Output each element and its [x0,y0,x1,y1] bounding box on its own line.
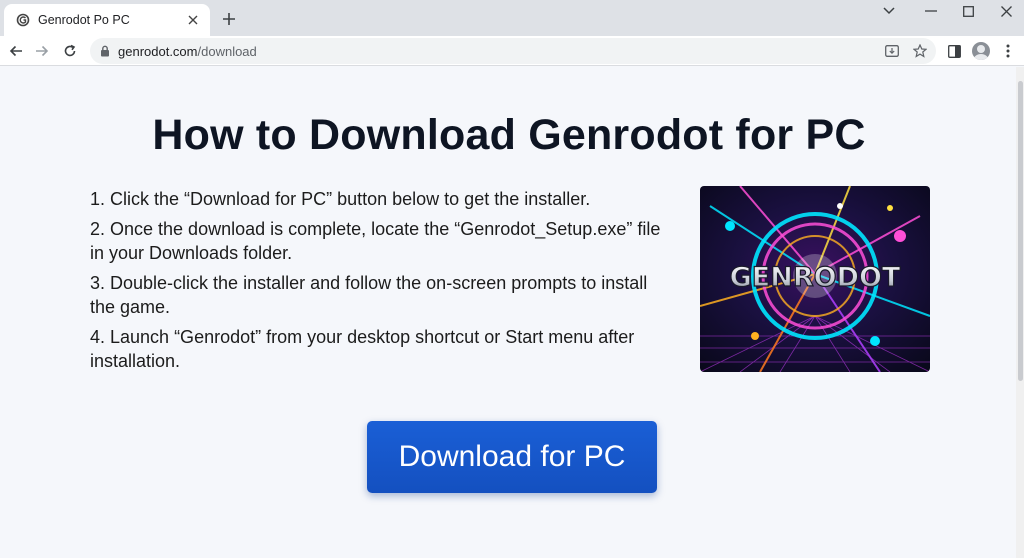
browser-toolbar: genrodot.com/download [0,36,1024,66]
instruction-step-3: 3. Double-click the installer and follow… [90,273,648,317]
download-for-pc-button[interactable]: Download for PC [367,421,657,493]
url-host: genrodot.com [118,43,198,59]
avatar [972,42,990,60]
instruction-list: 1. Click the “Download for PC” button be… [90,187,675,379]
back-icon[interactable] [4,39,28,63]
profile-avatar[interactable] [969,39,993,63]
tab-search-icon[interactable] [871,0,907,22]
install-app-icon[interactable] [882,41,902,61]
page-title: How to Download Genrodot for PC [152,111,866,159]
scrollbar-thumb[interactable] [1018,81,1023,381]
side-panel-icon[interactable] [942,39,966,63]
menu-kebab-icon[interactable] [996,39,1020,63]
tab-close-icon[interactable] [184,11,202,29]
close-window-icon[interactable] [988,0,1024,22]
minimize-icon[interactable] [913,0,949,22]
tab-title: Genrodot Po PC [38,13,130,27]
instruction-step-2: 2. Once the download is complete, locate… [90,219,661,263]
instruction-step-4: 4. Launch “Genrodot” from your desktop s… [90,327,635,371]
bookmark-star-icon[interactable] [910,41,930,61]
instruction-step-1: 1. Click the “Download for PC” button be… [90,189,591,209]
address-bar[interactable]: genrodot.com/download [90,38,936,64]
url-path: /download [197,43,257,59]
game-cover-image: GENRODOT [700,186,930,372]
browser-tab[interactable]: Genrodot Po PC [4,4,210,36]
maximize-icon[interactable] [950,0,986,22]
reload-icon[interactable] [58,39,82,63]
new-tab-icon[interactable] [218,8,240,30]
game-logo-text: GENRODOT [730,262,901,293]
page-viewport: How to Download Genrodot for PC 1. Click… [0,67,1024,558]
lock-icon[interactable] [100,45,110,57]
page-scrollbar[interactable] [1016,67,1024,558]
genrodot-favicon-icon [16,13,30,27]
url-text: genrodot.com/download [118,44,257,59]
tab-strip: Genrodot Po PC [0,0,1024,36]
forward-icon[interactable] [30,39,54,63]
